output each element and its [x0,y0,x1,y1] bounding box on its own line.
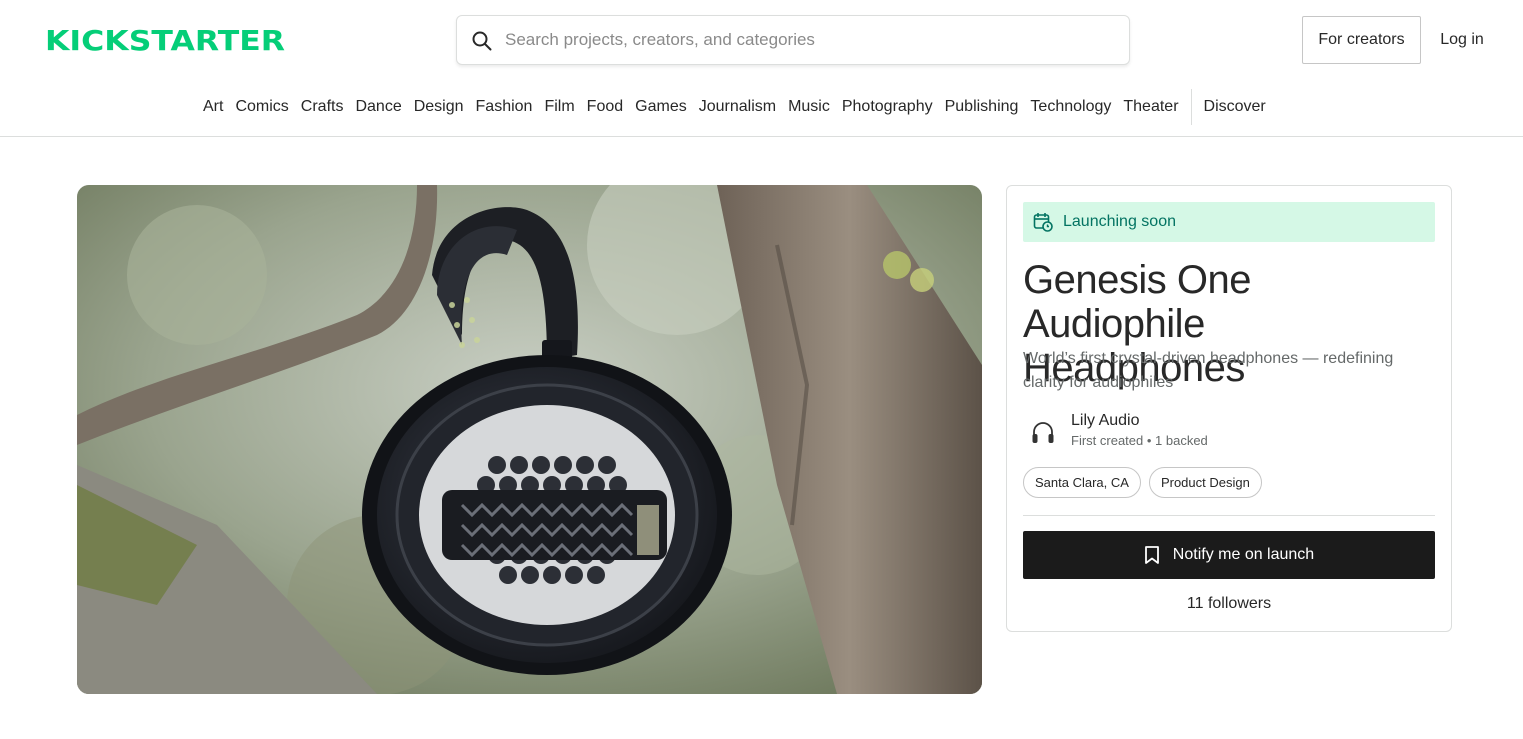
bookmark-icon [1144,546,1159,564]
followers-count: 11 followers [1186,595,1272,612]
project-subtitle: World’s first crystal-driven headphones … [1023,350,1394,391]
launching-soon-badge: Launching soon [1023,202,1435,242]
notify-label: Notify me on launch [1172,546,1315,563]
creator-avatar[interactable] [1023,413,1063,453]
creator-name[interactable]: Lily Audio [1071,411,1140,431]
headphones-icon [1032,422,1054,443]
creator-meta: First created • 1 backed [1071,433,1208,448]
creator-info[interactable]: Lily Audio First created • 1 backed [1023,411,1435,453]
category-tag[interactable]: Product Design [1148,467,1262,498]
nav-category-film[interactable]: Film [538,89,580,125]
search-icon [472,31,492,51]
nav-category-fashion[interactable]: Fashion [470,89,539,125]
nav-category-food[interactable]: Food [581,89,629,125]
top-header: KICKSTARTER For creators Log in [0,0,1523,80]
project-tags: Santa Clara, CA Product Design [1023,467,1262,498]
nav-category-theater[interactable]: Theater [1117,89,1184,125]
category-nav: Art Comics Crafts Dance Design Fashion F… [0,80,1523,137]
nav-category-dance[interactable]: Dance [349,89,407,125]
status-label: Launching soon [1063,213,1176,230]
nav-divider [1190,89,1192,125]
project-info-card: Launching soon Genesis One Audiophile He… [1006,185,1452,632]
nav-category-technology[interactable]: Technology [1024,89,1117,125]
nav-category-games[interactable]: Games [629,89,693,125]
notify-me-button[interactable]: Notify me on launch [1023,531,1435,579]
nav-category-design[interactable]: Design [408,89,470,125]
logo-text: KICKSTARTER [45,27,285,53]
search-input[interactable] [505,16,1115,64]
nav-category-publishing[interactable]: Publishing [939,89,1025,125]
nav-category-photography[interactable]: Photography [836,89,939,125]
card-divider [1023,515,1435,516]
location-tag[interactable]: Santa Clara, CA [1023,467,1141,498]
calendar-clock-icon [1033,213,1053,232]
project-hero-image[interactable]: L [77,185,982,694]
nav-category-comics[interactable]: Comics [229,89,294,125]
for-creators-button[interactable]: For creators [1302,16,1421,64]
nav-category-crafts[interactable]: Crafts [295,89,350,125]
kickstarter-logo[interactable]: KICKSTARTER [45,27,285,53]
nav-category-music[interactable]: Music [782,89,836,125]
search-bar[interactable] [456,15,1130,65]
nav-discover[interactable]: Discover [1198,89,1272,125]
login-link[interactable]: Log in [1424,16,1500,64]
nav-category-art[interactable]: Art [197,89,229,125]
nav-category-journalism[interactable]: Journalism [693,89,782,125]
